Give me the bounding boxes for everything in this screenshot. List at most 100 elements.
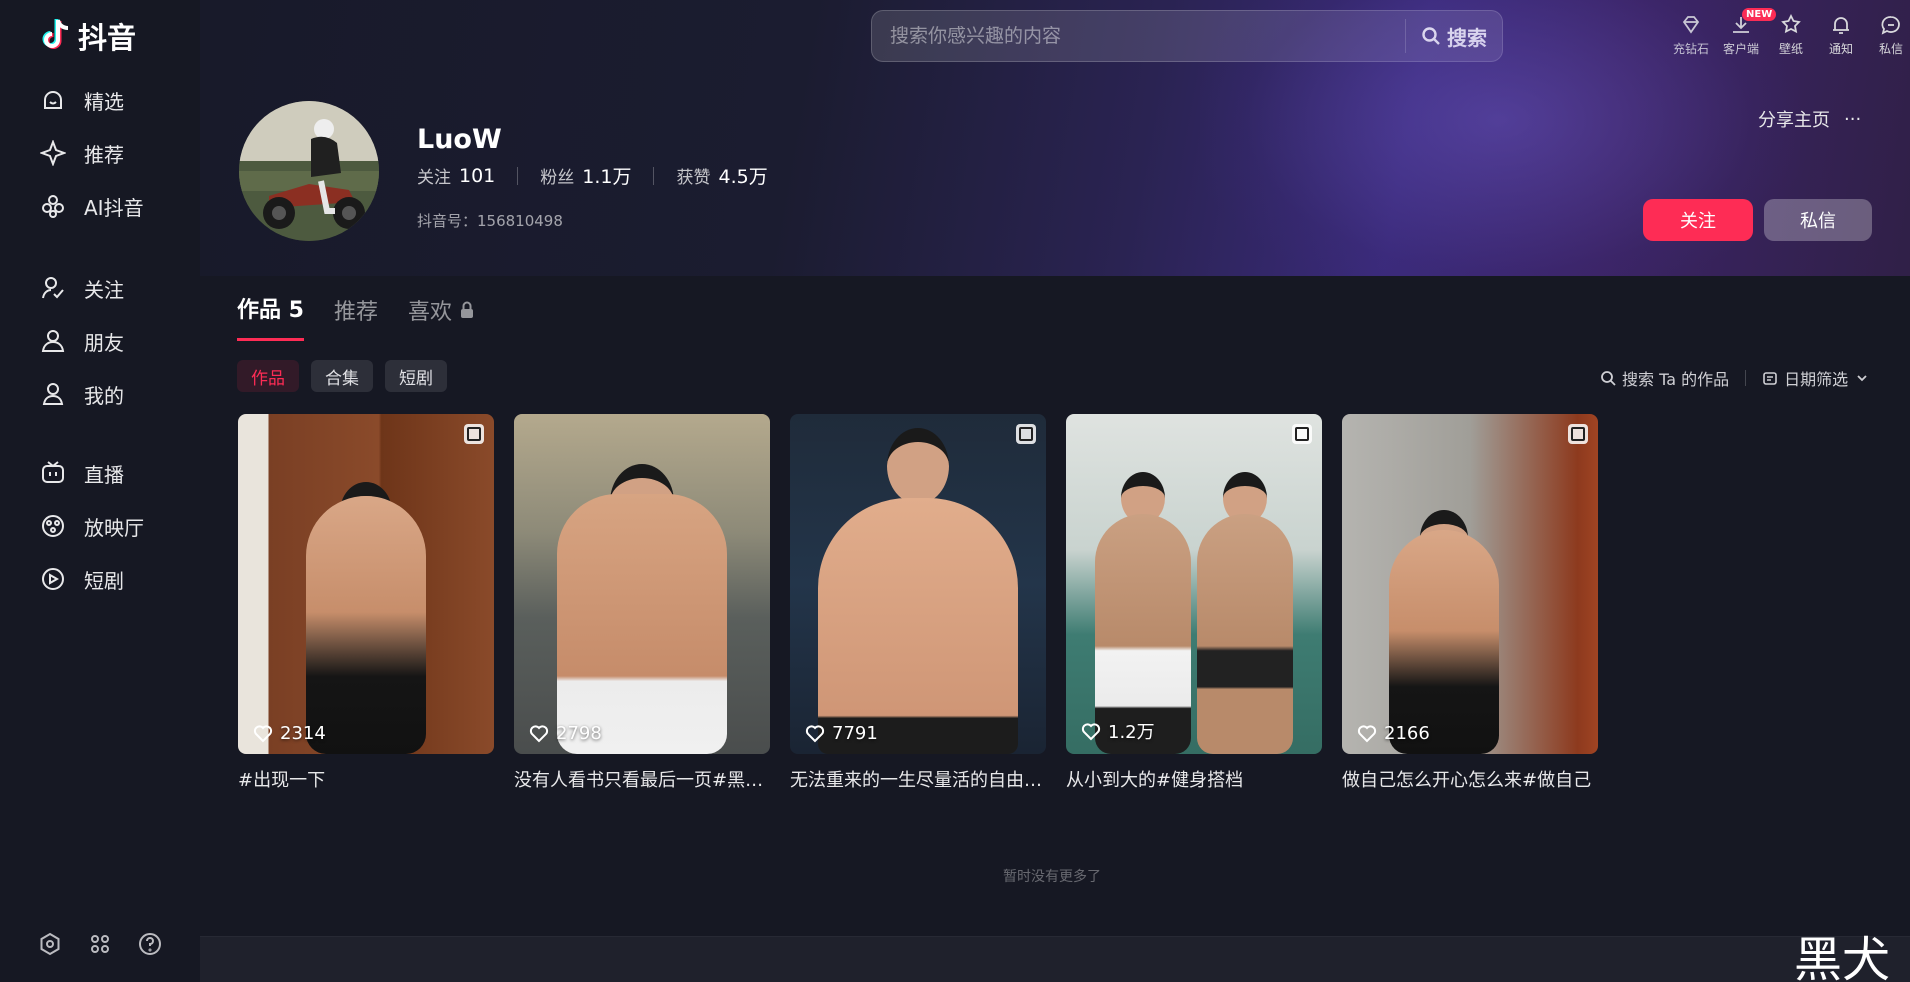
search-divider <box>1405 19 1406 53</box>
profile-avatar[interactable] <box>239 101 379 241</box>
video-thumbnail[interactable]: 2314 <box>238 414 494 754</box>
video-card[interactable]: 2314 #出现一下 <box>238 414 494 792</box>
sidebar-item-recommend[interactable]: 推荐 <box>40 133 190 173</box>
bell-icon <box>1833 17 1849 34</box>
heart-icon <box>529 725 549 743</box>
sidebar-item-me[interactable]: 我的 <box>40 374 190 414</box>
top-nav-label: 通知 <box>1828 42 1853 56</box>
heart-icon <box>1357 725 1377 743</box>
video-thumbnail[interactable]: 1.2万 <box>1066 414 1322 754</box>
followers-stat[interactable]: 粉丝 1.1万 <box>540 162 631 189</box>
share-profile-button[interactable]: 分享主页 <box>1758 106 1830 132</box>
date-filter-label: 日期筛选 <box>1784 370 1849 389</box>
user-icon <box>42 383 64 405</box>
top-nav-client[interactable]: NEW 客户端 <box>1716 8 1777 64</box>
video-caption[interactable]: 没有人看书只看最后一页#黑皮… <box>514 766 770 792</box>
tab-recommend[interactable]: 推荐 <box>334 292 378 341</box>
sidebar-item-label: 我的 <box>84 383 124 408</box>
search-input[interactable] <box>872 11 1405 61</box>
download-icon <box>1733 17 1749 33</box>
video-caption[interactable]: 做自己怎么开心怎么来#做自己 <box>1342 766 1598 792</box>
likes-stat: 获赞 4.5万 <box>676 162 767 189</box>
person-figure <box>1197 514 1294 754</box>
video-caption[interactable]: 从小到大的#健身搭档 <box>1066 766 1322 792</box>
video-thumbnail[interactable]: 7791 <box>790 414 1046 754</box>
top-nav-notifications[interactable]: 通知 <box>1816 10 1866 64</box>
likes-count: 1.2万 <box>1108 722 1155 743</box>
search-icon <box>1422 27 1440 45</box>
date-filter-dropdown[interactable]: 日期筛选 <box>1762 366 1870 390</box>
followers-count: 1.1万 <box>582 166 632 188</box>
multi-image-icon <box>464 424 484 444</box>
search-works-button[interactable]: 搜索 Ta 的作品 <box>1600 366 1729 390</box>
new-badge: NEW <box>1742 8 1777 21</box>
friends-icon <box>41 330 65 352</box>
douyin-logo[interactable]: 抖音 <box>38 16 136 56</box>
sidebar-item-friends[interactable]: 朋友 <box>40 321 190 361</box>
search-icon <box>1601 371 1616 386</box>
sidebar-item-label: 精选 <box>84 89 124 114</box>
search-button-label: 搜索 <box>1447 25 1487 50</box>
tv-live-icon <box>42 461 64 483</box>
sidebar-item-ai-douyin[interactable]: AI抖音 <box>40 186 190 226</box>
video-card[interactable]: 2166 做自己怎么开心怎么来#做自己 <box>1342 414 1598 792</box>
sidebar-item-label: 短剧 <box>84 568 124 593</box>
logo-text: 抖音 <box>78 21 137 55</box>
ai-flower-icon <box>42 195 64 218</box>
video-thumbnail[interactable]: 2166 <box>1342 414 1598 754</box>
following-stat[interactable]: 关注 101 <box>417 163 496 189</box>
video-likes: 2166 <box>1356 722 1430 744</box>
video-thumbnail[interactable]: 2798 <box>514 414 770 754</box>
subtab-works[interactable]: 作品 <box>237 360 299 392</box>
following-count: 101 <box>459 164 496 187</box>
sidebar-item-cinema[interactable]: 放映厅 <box>40 506 190 546</box>
sidebar-item-following[interactable]: 关注 <box>40 268 190 308</box>
profile-stats: 关注 101 粉丝 1.1万 获赞 4.5万 <box>417 162 768 189</box>
follow-button[interactable]: 关注 <box>1643 199 1753 241</box>
likes-count: 4.5万 <box>718 166 768 188</box>
douyin-id: 抖音号：156810498 <box>417 212 563 230</box>
settings-icon[interactable] <box>38 932 62 956</box>
tab-label: 推荐 <box>333 299 378 325</box>
apps-grid-icon[interactable] <box>88 932 112 956</box>
video-card[interactable]: 1.2万 从小到大的#健身搭档 <box>1066 414 1322 792</box>
sidebar-item-label: 朋友 <box>84 330 124 355</box>
tab-label: 作品 5 <box>237 298 304 323</box>
search-works-label: 搜索 Ta 的作品 <box>1622 370 1730 389</box>
multi-image-icon <box>1016 424 1036 444</box>
video-grid: 2314 #出现一下 2798 没有人看书只看最后一页#黑皮… 7791 无法重… <box>238 414 1598 792</box>
wallpaper-icon <box>1781 14 1801 34</box>
lock-icon <box>461 301 473 318</box>
top-nav-wallpaper[interactable]: 壁纸 <box>1766 10 1816 64</box>
message-button[interactable]: 私信 <box>1764 199 1872 241</box>
watermark: 黑犬 <box>1794 932 1891 982</box>
bottom-bar <box>200 936 1910 982</box>
likes-count: 2798 <box>556 722 602 744</box>
sidebar-item-label: 直播 <box>84 462 124 487</box>
subtab-collections[interactable]: 合集 <box>311 360 373 392</box>
heart-icon <box>1081 723 1101 741</box>
help-icon[interactable] <box>138 932 162 956</box>
search-button[interactable]: 搜索 <box>1406 11 1502 61</box>
sidebar-item-featured[interactable]: 精选 <box>40 80 190 120</box>
top-nav-label: 私信 <box>1878 42 1903 56</box>
video-likes: 1.2万 <box>1080 718 1155 744</box>
person-figure <box>557 494 727 754</box>
video-caption[interactable]: 无法重来的一生尽量活的自由… <box>790 766 1046 792</box>
more-options-button[interactable]: ··· <box>1844 109 1861 130</box>
sidebar-item-short-drama[interactable]: 短剧 <box>40 559 190 599</box>
video-card[interactable]: 7791 无法重来的一生尽量活的自由… <box>790 414 1046 792</box>
tab-works[interactable]: 作品 5 <box>237 292 304 341</box>
works-subtabs: 作品 合集 短剧 <box>237 360 447 392</box>
top-nav-recharge[interactable]: 充钻石 <box>1666 10 1716 64</box>
video-caption[interactable]: #出现一下 <box>238 766 494 792</box>
top-nav-label: 充钻石 <box>1672 42 1709 56</box>
video-card[interactable]: 2798 没有人看书只看最后一页#黑皮… <box>514 414 770 792</box>
tab-likes[interactable]: 喜欢 <box>408 292 476 341</box>
subtab-short-drama[interactable]: 短剧 <box>385 360 447 392</box>
share-profile: 分享主页 ··· <box>1758 106 1861 132</box>
profile-tabs: 作品 5 推荐 喜欢 <box>237 292 476 341</box>
likes-count: 2166 <box>1384 722 1430 744</box>
top-nav-messages[interactable]: 私信 <box>1866 10 1910 64</box>
sidebar-item-live[interactable]: 直播 <box>40 453 190 493</box>
